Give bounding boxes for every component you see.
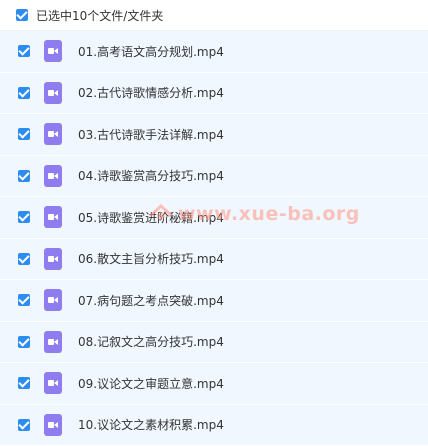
file-checkbox[interactable]: [18, 419, 30, 431]
file-checkbox[interactable]: [18, 253, 30, 265]
selection-header: 已选中10个文件/文件夹: [0, 0, 428, 31]
file-row[interactable]: 07.病句题之考点突破.mp4: [0, 280, 428, 322]
file-list: 01.高考语文高分规划.mp4 02.古代诗歌情感分析.mp4 03.古代诗歌手…: [0, 31, 428, 446]
video-file-icon: [44, 289, 62, 311]
file-name: 08.记叙文之高分技巧.mp4: [78, 333, 224, 350]
file-checkbox[interactable]: [18, 87, 30, 99]
file-row[interactable]: 10.议论文之素材积累.mp4: [0, 405, 428, 446]
file-name: 03.古代诗歌手法详解.mp4: [78, 126, 224, 143]
file-row[interactable]: 05.诗歌鉴赏进阶秘籍.mp4: [0, 197, 428, 239]
video-file-icon: [44, 165, 62, 187]
video-file-icon: [44, 248, 62, 270]
video-file-icon: [44, 331, 62, 353]
file-row[interactable]: 01.高考语文高分规划.mp4: [0, 31, 428, 73]
file-name: 02.古代诗歌情感分析.mp4: [78, 84, 224, 101]
file-name: 10.议论文之素材积累.mp4: [78, 416, 224, 433]
file-name: 05.诗歌鉴赏进阶秘籍.mp4: [78, 209, 224, 226]
file-name: 04.诗歌鉴赏高分技巧.mp4: [78, 167, 224, 184]
file-checkbox[interactable]: [18, 294, 30, 306]
video-file-icon: [44, 372, 62, 394]
selection-count-label: 已选中10个文件/文件夹: [36, 7, 163, 24]
file-name: 01.高考语文高分规划.mp4: [78, 43, 224, 60]
file-row[interactable]: 09.议论文之审题立意.mp4: [0, 363, 428, 405]
file-row[interactable]: 03.古代诗歌手法详解.mp4: [0, 114, 428, 156]
video-file-icon: [44, 82, 62, 104]
file-checkbox[interactable]: [18, 377, 30, 389]
file-row[interactable]: 08.记叙文之高分技巧.mp4: [0, 322, 428, 364]
file-row[interactable]: 02.古代诗歌情感分析.mp4: [0, 73, 428, 115]
video-file-icon: [44, 40, 62, 62]
select-all-checkbox[interactable]: [16, 9, 28, 21]
file-checkbox[interactable]: [18, 170, 30, 182]
file-checkbox[interactable]: [18, 336, 30, 348]
file-row[interactable]: 04.诗歌鉴赏高分技巧.mp4: [0, 156, 428, 198]
video-file-icon: [44, 414, 62, 436]
file-checkbox[interactable]: [18, 211, 30, 223]
file-checkbox[interactable]: [18, 45, 30, 57]
file-name: 09.议论文之审题立意.mp4: [78, 375, 224, 392]
video-file-icon: [44, 123, 62, 145]
video-file-icon: [44, 206, 62, 228]
file-selection-panel: 已选中10个文件/文件夹 01.高考语文高分规划.mp4 02.古代诗歌情感分析…: [0, 0, 428, 435]
file-checkbox[interactable]: [18, 128, 30, 140]
file-row[interactable]: 06.散文主旨分析技巧.mp4: [0, 239, 428, 281]
file-name: 07.病句题之考点突破.mp4: [78, 292, 224, 309]
file-name: 06.散文主旨分析技巧.mp4: [78, 250, 224, 267]
